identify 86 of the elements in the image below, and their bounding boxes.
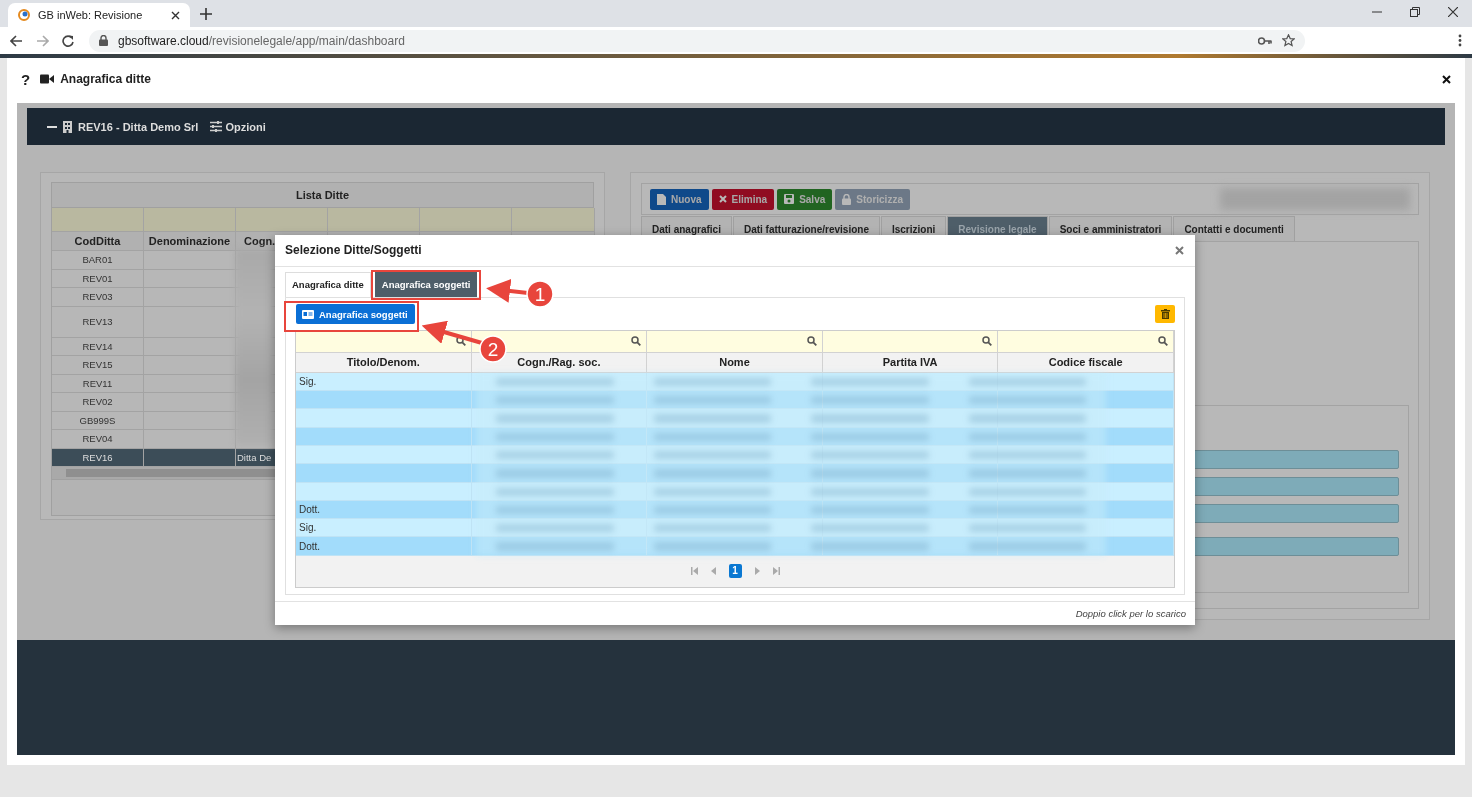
delete-button[interactable] (1155, 305, 1175, 324)
tab[interactable]: Contatti e documenti (1173, 216, 1295, 241)
table-cell: Dott. (299, 540, 321, 552)
table-cell: GB999S (79, 414, 116, 426)
browser-tab[interactable]: GB inWeb: Revisione (8, 3, 190, 27)
close-icon[interactable] (1448, 7, 1458, 17)
table-cell: REV01 (82, 272, 113, 284)
minus-icon[interactable] (47, 125, 57, 128)
table-cell: REV15 (82, 359, 113, 371)
table-cell: REV02 (82, 396, 113, 408)
url-text: gbsoftware.cloud/revisionelegale/app/main/dashboard (118, 33, 405, 48)
callout-arrow (486, 279, 529, 303)
filter-cell[interactable] (420, 208, 512, 232)
table-cell: REV14 (82, 340, 113, 352)
filter-cell[interactable] (512, 208, 595, 232)
table-cell: REV04 (82, 433, 113, 445)
filter-cell[interactable] (328, 208, 420, 232)
column-header[interactable]: Nome (719, 356, 750, 369)
step-badge: 2 (479, 335, 507, 363)
table-cell: Dott. (299, 503, 321, 515)
table-row[interactable]: Dott. (296, 537, 1174, 556)
filter-cell[interactable] (998, 330, 1174, 353)
callout-arrow (421, 320, 483, 345)
key-icon[interactable] (1258, 36, 1272, 45)
filter-cell[interactable] (822, 330, 999, 353)
filter-cell[interactable] (144, 208, 236, 232)
subjects-button[interactable]: Anagrafica soggetti (296, 304, 415, 325)
new-tab-icon[interactable] (200, 8, 212, 20)
table-cell: REV03 (82, 291, 113, 303)
back-icon[interactable] (10, 34, 23, 47)
table-row[interactable]: Dott. (296, 500, 1174, 520)
company-name: REV16 - Ditta Demo Srl (78, 120, 199, 133)
filter-cell[interactable] (236, 208, 328, 232)
tab-title: GB inWeb: Revisione (38, 9, 143, 21)
search-icon[interactable] (982, 336, 993, 347)
star-icon[interactable] (1282, 34, 1295, 47)
help-button[interactable]: ? (21, 70, 31, 88)
previous-page-icon[interactable] (710, 567, 716, 576)
table-cell: REV13 (82, 316, 113, 327)
forward-icon[interactable] (36, 34, 49, 47)
window-title: Anagrafica ditte (60, 72, 151, 86)
table-cell: REV11 (82, 377, 113, 389)
page-button[interactable]: 1 (728, 564, 742, 579)
table-cell: REV16 (82, 451, 113, 463)
reload-icon[interactable] (62, 34, 74, 47)
sliders-icon (210, 121, 223, 132)
menu-icon[interactable] (1458, 34, 1462, 47)
dialog-title: Selezione Ditte/Soggetti (285, 243, 422, 258)
next-page-icon[interactable] (754, 567, 760, 576)
table-cell: Ditta De (237, 451, 272, 463)
table-row[interactable]: Sig. (296, 519, 1174, 538)
cross-icon (718, 195, 727, 203)
search-icon[interactable] (1158, 336, 1168, 347)
video-camera-icon[interactable] (40, 74, 55, 84)
address-bar[interactable]: gbsoftware.cloud/revisionelegale/app/main/dashboard (89, 29, 1305, 52)
trash-icon (1160, 309, 1170, 320)
building-icon (63, 120, 72, 133)
table-row[interactable]: Sig. (296, 372, 1174, 392)
filter-cell[interactable] (52, 208, 144, 232)
filter-cell[interactable] (647, 330, 823, 353)
table-cell: Sig. (299, 522, 317, 534)
last-page-icon[interactable] (772, 567, 780, 576)
table-cell: Sig. (299, 375, 317, 387)
search-icon[interactable] (455, 336, 466, 347)
logo-icon (18, 9, 30, 21)
close-icon[interactable] (171, 10, 180, 20)
close-icon[interactable] (1442, 74, 1451, 84)
column-header[interactable]: Partita IVA (882, 356, 938, 369)
tab[interactable]: Anagrafica soggetti (374, 271, 478, 297)
lock-icon (842, 193, 852, 205)
table-title: Lista Ditte (52, 183, 593, 208)
tab[interactable]: Anagrafica ditte (285, 271, 371, 297)
action-button[interactable]: Elimina (711, 188, 775, 210)
hint-text: Doppio click per lo scarico (1075, 607, 1186, 619)
floppy-icon (784, 194, 795, 204)
action-button[interactable]: Nuova (650, 188, 709, 210)
restore-icon[interactable] (1410, 7, 1420, 17)
id-card-icon (302, 309, 314, 319)
lock-icon (99, 35, 108, 46)
table-cell: BAR01 (82, 254, 113, 266)
search-icon[interactable] (631, 336, 642, 347)
search-icon[interactable] (806, 336, 817, 347)
options-button[interactable]: Opzioni (210, 120, 266, 133)
step-badge: 1 (526, 280, 554, 308)
first-page-icon[interactable] (690, 567, 698, 576)
file-icon (657, 193, 666, 205)
